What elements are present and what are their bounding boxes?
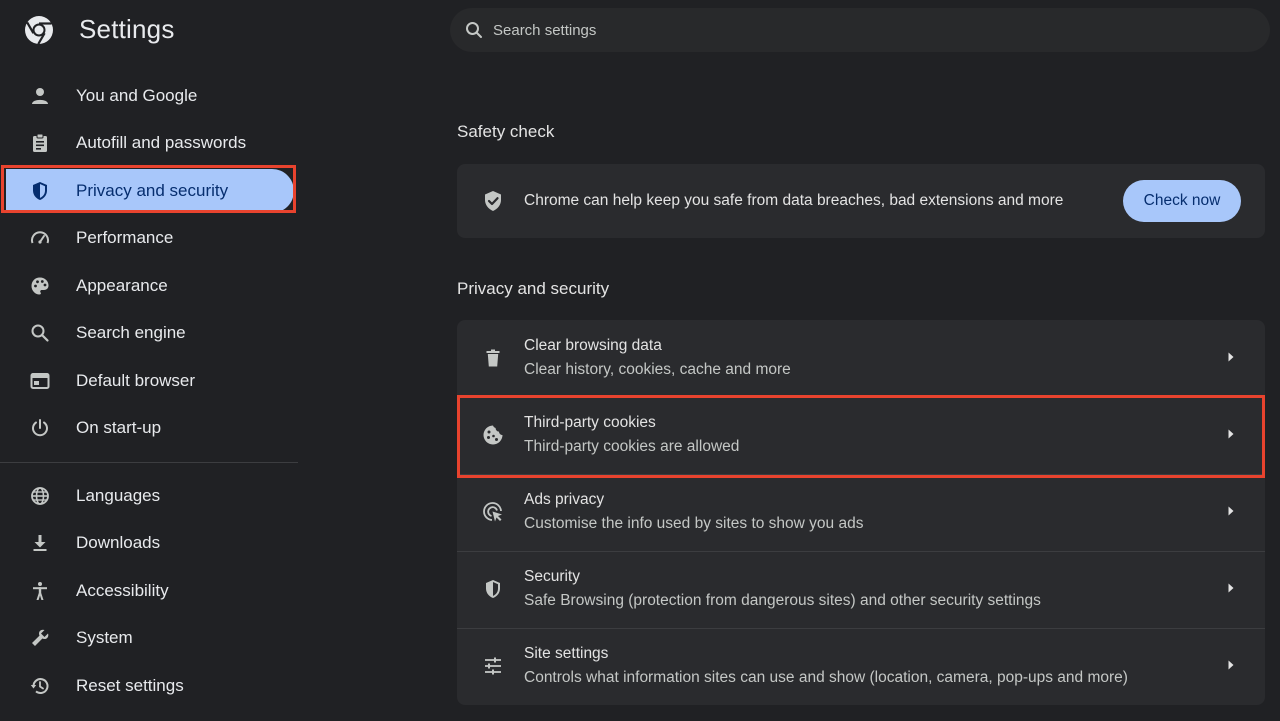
row-site-settings[interactable]: Site settings Controls what information … [457, 628, 1265, 705]
row-title: Site settings [524, 645, 609, 662]
safety-check-heading: Safety check [457, 122, 555, 141]
download-icon [28, 531, 52, 555]
chevron-right-icon [1225, 581, 1237, 595]
sidebar-item-reset-settings[interactable]: Reset settings [0, 664, 296, 708]
row-subtitle: Safe Browsing (protection from dangerous… [524, 592, 1041, 609]
row-subtitle: Controls what information sites can use … [524, 669, 1128, 686]
page-title: Settings [79, 14, 175, 44]
sidebar-item-downloads[interactable]: Downloads [0, 521, 296, 565]
globe-icon [28, 484, 52, 508]
chrome-logo-icon [24, 15, 54, 45]
sidebar-item-label: Accessibility [76, 581, 169, 600]
sidebar-item-default-browser[interactable]: Default browser [0, 359, 296, 403]
chevron-right-icon [1225, 658, 1237, 672]
sidebar-item-label: Languages [76, 486, 161, 505]
sidebar-item-label: Default browser [76, 371, 196, 390]
chevron-right-icon [1225, 350, 1237, 364]
shield-icon [481, 577, 505, 601]
sidebar-item-appearance[interactable]: Appearance [0, 264, 296, 308]
row-divider [457, 474, 1265, 475]
speedometer-icon [28, 226, 52, 250]
row-subtitle: Customise the info used by sites to show… [524, 515, 864, 532]
safety-check-card: Chrome can help keep you safe from data … [457, 164, 1265, 238]
sidebar-item-performance[interactable]: Performance [0, 216, 296, 260]
search-icon [28, 321, 52, 345]
ads-target-icon [481, 500, 505, 524]
row-divider [457, 628, 1265, 629]
sidebar-item-label: Privacy and security [76, 181, 229, 200]
row-divider [457, 551, 1265, 552]
sidebar-item-label: Autofill and passwords [76, 133, 247, 152]
sidebar-item-label: Performance [76, 228, 174, 247]
row-title: Ads privacy [524, 491, 605, 508]
search-icon [464, 20, 484, 40]
chevron-right-icon [1225, 427, 1237, 441]
sidebar-item-label: You and Google [76, 86, 198, 105]
sidebar-item-on-start-up[interactable]: On start-up [0, 406, 296, 450]
chevron-right-icon [1225, 504, 1237, 518]
row-title: Security [524, 568, 580, 585]
cookie-icon [481, 423, 505, 447]
sidebar-item-label: System [76, 628, 133, 647]
row-third-party-cookies[interactable]: Third-party cookies Third-party cookies … [457, 397, 1265, 474]
row-security[interactable]: Security Safe Browsing (protection from … [457, 551, 1265, 628]
privacy-section-heading: Privacy and security [457, 279, 610, 298]
sidebar-item-label: Downloads [76, 533, 161, 552]
sidebar-item-you-and-google[interactable]: You and Google [0, 74, 296, 118]
sidebar-item-label: Appearance [76, 276, 168, 295]
trash-icon [481, 346, 505, 370]
sidebar-item-label: Reset settings [76, 676, 184, 695]
privacy-card: Clear browsing data Clear history, cooki… [457, 320, 1265, 705]
row-title: Clear browsing data [524, 337, 662, 354]
person-icon [28, 84, 52, 108]
search-input[interactable] [491, 20, 1195, 40]
wrench-icon [28, 626, 52, 650]
sidebar-item-system[interactable]: System [0, 616, 296, 660]
palette-icon [28, 274, 52, 298]
row-subtitle: Third-party cookies are allowed [524, 438, 740, 455]
row-clear-browsing-data[interactable]: Clear browsing data Clear history, cooki… [457, 320, 1265, 397]
sliders-icon [481, 654, 505, 678]
browser-window-icon [28, 369, 52, 393]
safety-check-text: Chrome can help keep you safe from data … [524, 192, 1064, 209]
sidebar-divider [0, 462, 298, 463]
sidebar-item-autofill[interactable]: Autofill and passwords [0, 121, 296, 165]
check-now-button[interactable]: Check now [1123, 180, 1241, 222]
row-divider [457, 397, 1265, 398]
shield-icon [28, 179, 52, 203]
accessibility-icon [28, 579, 52, 603]
sidebar-item-label: Search engine [76, 323, 186, 342]
sidebar-item-languages[interactable]: Languages [0, 474, 296, 518]
clipboard-icon [28, 131, 52, 155]
sidebar-item-search-engine[interactable]: Search engine [0, 311, 296, 355]
sidebar-item-accessibility[interactable]: Accessibility [0, 569, 296, 613]
shield-check-icon [481, 189, 505, 213]
sidebar-item-label: On start-up [76, 418, 162, 437]
search-bar[interactable] [450, 8, 1270, 52]
row-subtitle: Clear history, cookies, cache and more [524, 361, 791, 378]
settings-page: Settings You and Google Autofill and pas… [0, 0, 1280, 721]
power-icon [28, 416, 52, 440]
sidebar-item-privacy-and-security[interactable]: Privacy and security [6, 169, 294, 213]
history-icon [28, 674, 52, 698]
row-title: Third-party cookies [524, 414, 656, 431]
row-ads-privacy[interactable]: Ads privacy Customise the info used by s… [457, 474, 1265, 551]
